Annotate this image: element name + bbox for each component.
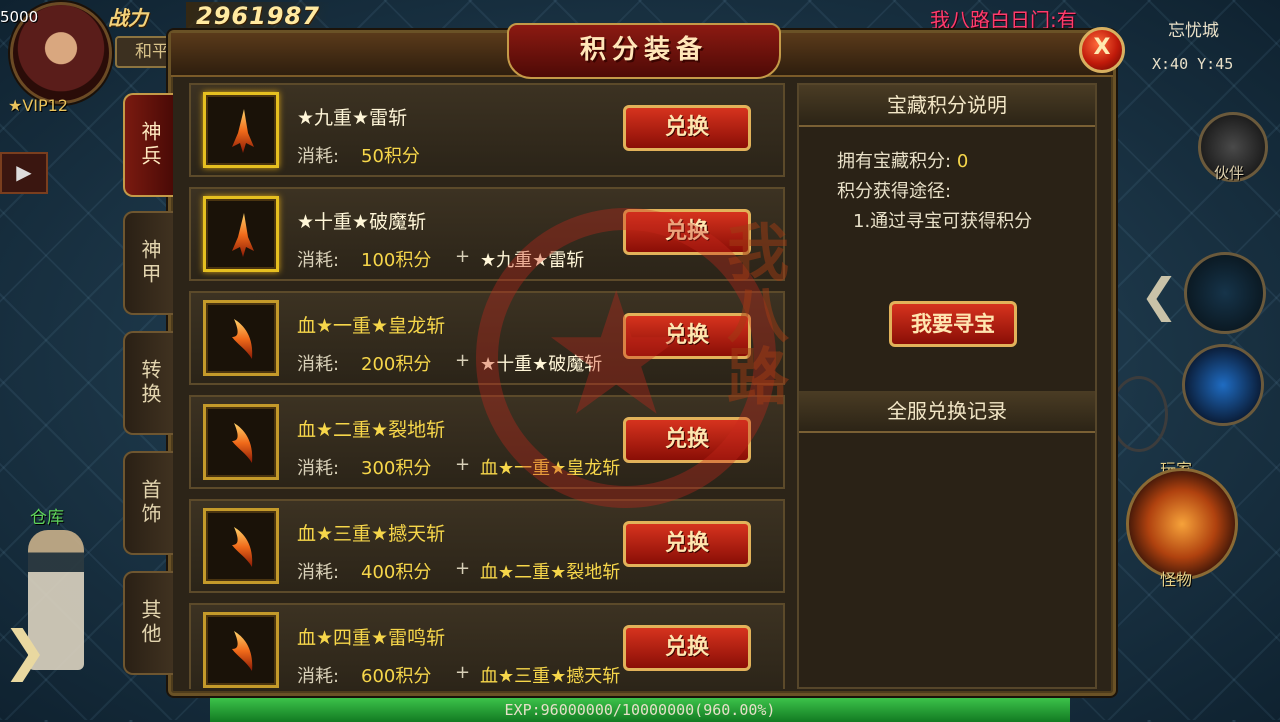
power-value: 2961987	[186, 2, 330, 30]
warehouse-npc-label: 仓库	[30, 508, 64, 528]
exchange-item-row: ★九重★雷斩 消耗: 50积分 兑换	[189, 83, 785, 177]
plus-sign: +	[455, 350, 471, 371]
map-name: 忘忧城	[1168, 21, 1219, 41]
item-name: 血★四重★雷鸣斩	[297, 627, 446, 649]
item-name: ★十重★破魔斩	[297, 211, 427, 233]
cost-value: 200积分	[361, 354, 432, 375]
exp-bar: EXP:96000000/10000000(960.00%)	[210, 696, 1070, 722]
tab-divine-armor[interactable]: 神甲	[123, 211, 173, 315]
owned-points-value: 0	[956, 151, 969, 172]
exchange-item-row: ★十重★破魔斩 消耗: 100积分 + ★九重★雷斩 兑换	[189, 187, 785, 281]
required-item: 血★一重★皇龙斩	[480, 458, 621, 479]
blade-icon	[232, 527, 253, 567]
item-name: 血★三重★撼天斩	[297, 523, 446, 545]
exchange-button[interactable]: 兑换	[623, 209, 751, 255]
server-exchange-records-title: 全服兑换记录	[799, 391, 1095, 433]
exchange-item-row: 血★二重★裂地斩 消耗: 300积分 + 血★一重★皇龙斩 兑换	[189, 395, 785, 489]
dialog-title: 积分装备	[507, 23, 781, 79]
target-monster-toggle[interactable]: 怪物	[1160, 566, 1192, 590]
vip-badge[interactable]: ★VIP12	[8, 96, 68, 115]
required-item: ★十重★破魔斩	[480, 354, 603, 375]
exchange-button[interactable]: 兑换	[623, 105, 751, 151]
required-item: 血★二重★裂地斩	[480, 562, 621, 583]
exp-text: EXP:96000000/10000000(960.00%)	[504, 701, 776, 719]
cost-value: 300积分	[361, 458, 432, 479]
blade-icon	[232, 213, 254, 257]
cost-label: 消耗:	[297, 354, 340, 375]
item-slot[interactable]	[203, 196, 279, 272]
cost-label: 消耗:	[297, 458, 340, 479]
exchange-button[interactable]: 兑换	[623, 313, 751, 359]
points-info-title: 宝藏积分说明	[799, 85, 1095, 127]
item-name: 血★一重★皇龙斩	[297, 315, 446, 337]
world-chat-message[interactable]: 我八路白日门:有	[930, 4, 1077, 33]
exchange-button[interactable]: 兑换	[623, 625, 751, 671]
go-treasure-hunt-button[interactable]: 我要寻宝	[889, 301, 1017, 347]
exchange-item-row: 血★一重★皇龙斩 消耗: 200积分 + ★十重★破魔斩 兑换	[189, 291, 785, 385]
blade-icon	[232, 319, 253, 359]
item-slot[interactable]	[203, 92, 279, 168]
cost-label: 消耗:	[297, 146, 340, 167]
power-label: 战力	[108, 6, 148, 30]
collapse-chevron-icon[interactable]: ❮	[1140, 268, 1179, 322]
expand-arrow-icon[interactable]: ▶	[0, 152, 48, 194]
cost-value: 400积分	[361, 562, 432, 583]
plus-sign: +	[455, 662, 471, 683]
cost-label: 消耗:	[297, 666, 340, 687]
left-chevron-icon[interactable]: ❯	[0, 616, 50, 686]
treasure-points-panel: 宝藏积分说明 拥有宝藏积分: 0 积分获得途径: 1.通过寻宝可获得积分 我要寻…	[797, 83, 1097, 689]
attack-button[interactable]	[1126, 468, 1238, 580]
item-slot[interactable]	[203, 404, 279, 480]
exchange-item-list[interactable]: ★九重★雷斩 消耗: 50积分 兑换 ★十重★破魔斩 消耗: 100积分 + ★九重★雷斩 兑换血…	[189, 83, 787, 689]
item-name: ★九重★雷斩	[297, 107, 408, 129]
close-button[interactable]: X	[1079, 27, 1125, 73]
cost-value: 600积分	[361, 666, 432, 687]
tab-jewelry[interactable]: 首饰	[123, 451, 173, 555]
tab-other[interactable]: 其他	[123, 571, 173, 675]
plus-sign: +	[455, 246, 471, 267]
cost-value: 50积分	[361, 146, 420, 167]
points-equipment-dialog: 积分装备 X 神兵 神甲 转换 首饰 其他 ★九重★雷斩 消耗: 50积分 兑换 ★十重…	[123, 23, 1125, 696]
skill-slot-1[interactable]	[1184, 252, 1266, 334]
map-coordinates: X:40 Y:45	[1152, 55, 1234, 73]
required-item: 血★三重★撼天斩	[480, 666, 621, 687]
required-item: ★九重★雷斩	[480, 250, 585, 271]
partner-label: 伙伴	[1214, 164, 1245, 182]
skill-slot-3[interactable]	[1182, 344, 1264, 426]
item-name: 血★二重★裂地斩	[297, 419, 446, 441]
blade-icon	[232, 423, 253, 463]
item-slot[interactable]	[203, 300, 279, 376]
tab-convert[interactable]: 转换	[123, 331, 173, 435]
hp-readout: 5000	[0, 8, 39, 26]
tab-divine-weapon[interactable]: 神兵	[123, 93, 173, 197]
plus-sign: +	[455, 558, 471, 579]
exchange-button[interactable]: 兑换	[623, 521, 751, 567]
points-way-1: 1.通过寻宝可获得积分	[853, 211, 1033, 232]
cost-label: 消耗:	[297, 250, 340, 271]
exchange-item-row: 血★四重★雷鸣斩 消耗: 600积分 + 血★三重★撼天斩 兑换	[189, 603, 785, 689]
skill-slot-2[interactable]	[1110, 376, 1168, 452]
item-slot[interactable]	[203, 612, 279, 688]
cost-label: 消耗:	[297, 562, 340, 583]
item-slot[interactable]	[203, 508, 279, 584]
owned-points-line: 拥有宝藏积分: 0	[837, 147, 968, 173]
cost-value: 100积分	[361, 250, 432, 271]
plus-sign: +	[455, 454, 471, 475]
exchange-item-row: 血★三重★撼天斩 消耗: 400积分 + 血★二重★裂地斩 兑换	[189, 499, 785, 593]
blade-icon	[232, 631, 253, 671]
owned-points-label: 拥有宝藏积分:	[837, 151, 952, 172]
blade-icon	[232, 109, 254, 153]
points-ways-label: 积分获得途径:	[837, 181, 952, 202]
exchange-button[interactable]: 兑换	[623, 417, 751, 463]
